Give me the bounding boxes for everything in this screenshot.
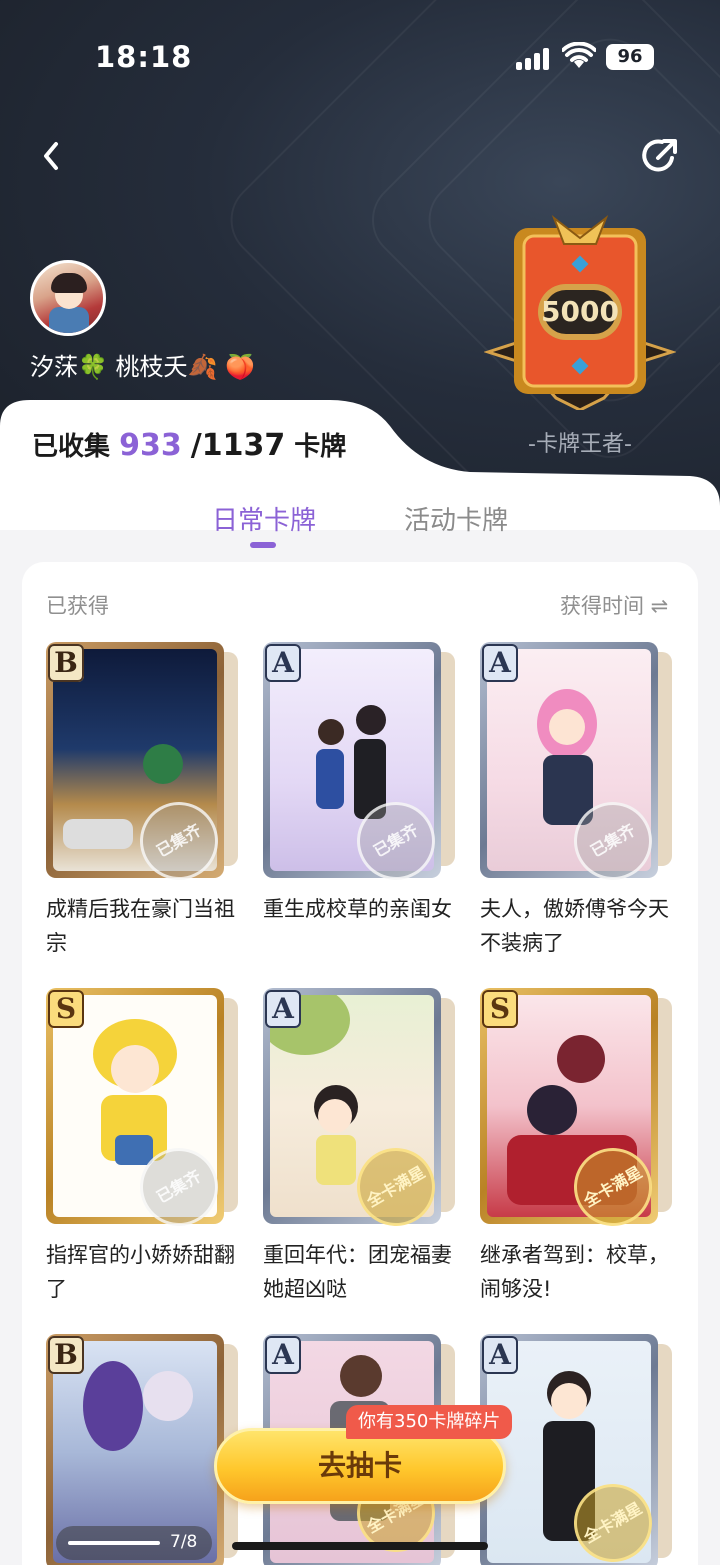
status-time: 18:18 [95,40,193,74]
badge-number: 5000 [541,295,619,328]
card-title: 指挥官的小娇娇甜翻了 [46,1243,235,1301]
collection-unit: 卡牌 [294,432,347,462]
draw-button-label: 去抽卡 [317,1449,402,1482]
rank-badge: S [48,990,84,1028]
sort-by-time-button[interactable]: 获得时间 ⇌ [560,590,668,620]
section-label: 已获得 [46,594,109,618]
wifi-icon [562,42,596,68]
page-indicator: 7/8 [56,1526,212,1560]
back-button[interactable] [28,132,76,180]
card-title: 成精后我在豪门当祖宗 [46,897,235,955]
status-bar: 18:18 96 [0,0,720,110]
share-icon [642,139,677,172]
collection-summary: 已收集 933 /1137 卡牌 [32,426,346,463]
page-indicator-text: 7/8 [170,1532,198,1552]
collection-label: 已收集 [32,432,111,462]
card-king-badge[interactable]: 5000 [484,214,676,410]
page-progress-bar [68,1541,160,1545]
fragments-bubble: 你有350卡牌碎片 [346,1405,513,1439]
rank-badge: A [482,1336,518,1374]
tab-bar: 日常卡牌 活动卡牌 [0,500,720,552]
avatar[interactable] [30,260,106,336]
rank-badge: B [48,644,84,682]
home-indicator [232,1542,488,1550]
card-title: 继承者驾到：校草，闹够没! [480,1243,669,1301]
rank-badge: B [48,1336,84,1374]
rank-badge: A [482,644,518,682]
username: 汐莯🍀 桃枝夭🍂 🍑 [30,353,255,381]
rank-badge: A [265,1336,301,1374]
rank-badge: A [265,644,301,682]
collection-total: /1137 [190,428,286,463]
rank-badge: A [265,990,301,1028]
cellular-signal-icon [516,46,552,70]
card-title: 重生成校草的亲闺女 [263,897,452,921]
card-title: 夫人，傲娇傅爷今天不装病了 [480,897,669,955]
card-title: 重回年代：团宠福妻她超凶哒 [263,1243,452,1301]
share-button[interactable] [636,132,684,180]
draw-card-button[interactable]: 去抽卡 [214,1428,506,1504]
chevron-left-icon [44,142,58,170]
collection-count: 933 [119,428,182,463]
battery-icon: 96 [606,44,654,70]
rank-badge: S [482,990,518,1028]
tab-daily-cards[interactable]: 日常卡牌 [212,500,316,537]
tab-underline [250,542,276,548]
tab-event-cards[interactable]: 活动卡牌 [404,500,508,537]
